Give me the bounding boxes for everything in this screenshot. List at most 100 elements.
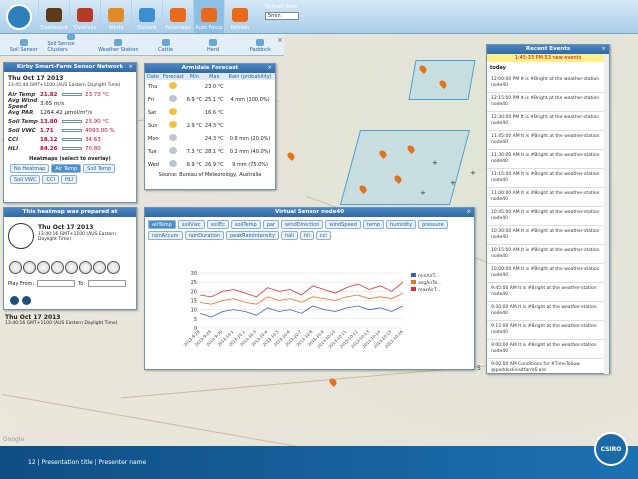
fullscreen-button[interactable]: Fullscreen <box>162 0 193 33</box>
heatmap-date: Thu Oct 17 2013 <box>38 224 94 231</box>
event-item[interactable]: 11:45:00 AM It is #Bright at the weather… <box>487 131 609 150</box>
tab-par[interactable]: par <box>262 220 279 229</box>
event-item[interactable]: 9:30:00 AM It is #Bright at the weather-… <box>487 302 609 321</box>
alerts-button[interactable]: Alerts <box>100 0 131 33</box>
outlook-icon <box>139 8 155 22</box>
close-icon[interactable]: × <box>466 208 471 217</box>
sensor-pin[interactable] <box>286 151 296 161</box>
event-item[interactable]: 10:45:00 AM It is #Bright at the weather… <box>487 207 609 226</box>
close-icon[interactable]: × <box>128 63 133 72</box>
heatmap-soil-temp-button[interactable]: Soil Temp <box>83 164 116 173</box>
clock-icon[interactable] <box>51 261 64 274</box>
tab-soil-temp[interactable]: soilTemp <box>230 220 261 229</box>
event-item[interactable]: 10:00:00 AM It is #Bright at the weather… <box>487 264 609 283</box>
layer-weather-station[interactable]: Weather Station <box>95 34 142 55</box>
layer-bar-close-icon[interactable]: × <box>277 36 283 44</box>
clock-icon[interactable] <box>93 261 106 274</box>
event-item[interactable]: 10:30:00 AM It is #Bright at the weather… <box>487 226 609 245</box>
tab-rain-duration[interactable]: rainDuration <box>184 231 224 240</box>
range-slider[interactable] <box>62 147 82 150</box>
soil-sensor-icon <box>19 39 28 46</box>
stop-icon[interactable] <box>22 296 31 305</box>
playback-controls <box>10 296 31 305</box>
layer-soil-sensor-clusters[interactable]: Soil Sensor Clusters <box>47 34 94 55</box>
clock-icon[interactable] <box>107 261 120 274</box>
air-temp-chart: 0510152025302013-9-282013-9-292013-9-302… <box>183 271 442 349</box>
range-slider[interactable] <box>62 138 82 141</box>
clock-icon[interactable] <box>9 261 22 274</box>
event-item[interactable]: 12:30:00 PM It is #Bright at the weather… <box>487 112 609 131</box>
cattle-marker[interactable]: + <box>450 180 456 187</box>
tab-peak-rain-intensity[interactable]: peakRainIntensity <box>225 231 279 240</box>
new-events-banner[interactable]: 1:45:33 PM 53 new events <box>487 54 609 62</box>
event-item[interactable]: 9:00:00 AM It is #Bright at the weather-… <box>487 340 609 359</box>
overlays-button[interactable]: Overlays <box>69 0 100 33</box>
footer-bar: 12 | Presentation title | Presenter name <box>0 446 638 479</box>
tab-hli[interactable]: hli <box>299 231 314 240</box>
range-slider[interactable] <box>62 129 82 132</box>
events-scrollbar[interactable] <box>604 54 609 374</box>
forecast-source: Source: Bureau of Meteorology, Australia <box>158 172 262 178</box>
range-slider[interactable] <box>62 120 82 123</box>
cattle-marker[interactable]: + <box>420 190 426 197</box>
crosshair-icon <box>201 8 217 22</box>
tab-cci[interactable]: cci <box>315 231 331 240</box>
heatmap-hli-button[interactable]: HLI <box>60 175 77 184</box>
heatmap-cci-button[interactable]: CCI <box>42 175 59 184</box>
play-range: Play From: To: <box>8 280 127 287</box>
tab-wind-direction[interactable]: windDirection <box>280 220 324 229</box>
armidale-forecast-panel: Armidale Forecast × Date Forecast Min Max Rai… <box>144 63 276 190</box>
paddock-icon <box>256 39 265 46</box>
tab-humidity[interactable]: humidity <box>386 220 417 229</box>
play-to-input[interactable] <box>88 280 127 287</box>
legend-label: minAirT... <box>418 273 439 279</box>
refresh-rate-control: Refresh Rate 5min <box>265 4 299 20</box>
tab-rain-accum[interactable]: rainAccum <box>148 231 183 240</box>
play-from-input[interactable] <box>37 280 76 287</box>
close-icon[interactable]: × <box>267 64 272 73</box>
cattle-marker[interactable]: + <box>470 170 476 177</box>
event-item[interactable]: 12:15:00 PM It is #Bright at the weather… <box>487 93 609 112</box>
clock-icon[interactable] <box>37 261 50 274</box>
sensor-row: Soil VWC 1.71 4093.00 % <box>8 127 115 134</box>
event-item[interactable]: 11:00:00 AM It is #Bright at the weather… <box>487 188 609 207</box>
range-slider[interactable] <box>62 93 82 96</box>
cattle-marker[interactable]: + <box>432 160 438 167</box>
footer-text: 12 | Presentation title | Presenter name <box>28 459 147 466</box>
forecast-row: Sat 16.6 °C <box>148 108 224 116</box>
clock-icon[interactable] <box>23 261 36 274</box>
layer-cattle[interactable]: Cattle <box>142 34 189 55</box>
play-icon[interactable] <box>10 296 19 305</box>
heatmap-none-button[interactable]: No Heatmap <box>10 164 50 173</box>
event-item[interactable]: 9:45:00 AM It is #Bright at the weather-… <box>487 283 609 302</box>
heatmap-air-temp-button[interactable]: Air Temp <box>51 164 82 173</box>
close-icon[interactable]: × <box>601 45 606 54</box>
layer-herd[interactable]: Herd <box>189 34 236 55</box>
tab-pressure[interactable]: pressure <box>418 220 448 229</box>
tab-hail[interactable]: hail <box>280 231 298 240</box>
event-item[interactable]: 11:15:00 AM It is #Bright at the weather… <box>487 169 609 188</box>
dashboard-button[interactable]: Dashboard <box>38 0 69 33</box>
event-item[interactable]: 12:00:00 PM It is #Bright at the weather… <box>487 74 609 93</box>
tab-soil-vwc[interactable]: soilVwc <box>177 220 205 229</box>
clock-icon[interactable] <box>79 261 92 274</box>
event-item[interactable]: 10:15:00 AM It is #Bright at the weather… <box>487 245 609 264</box>
refresh-rate-select[interactable]: 5min <box>265 12 299 20</box>
layer-soil-sensor[interactable]: Soil Sensor <box>0 34 47 55</box>
outlook-button[interactable]: Outlook <box>131 0 162 33</box>
tab-air-temp[interactable]: airTemp <box>148 220 176 229</box>
refresh-button[interactable]: Refresh <box>224 0 255 33</box>
recent-events-title: Recent Events × <box>487 45 609 54</box>
auto-focus-button[interactable]: Auto Focus <box>193 0 224 33</box>
paddock-region[interactable] <box>339 130 471 205</box>
y-tick-label: 25 <box>191 280 197 286</box>
event-item[interactable]: 11:30:00 AM It is #Bright at the weather… <box>487 150 609 169</box>
heatmap-soil-vwc-button[interactable]: Soil VWC <box>10 175 41 184</box>
event-item[interactable]: 9:00:00 AM Conditions for #TimeToSow @pa… <box>487 359 609 378</box>
tab-temp[interactable]: temp <box>362 220 384 229</box>
forecast-row: Mon 24.3 °C 0.6 mm (20.0%) <box>148 134 271 142</box>
tab-wind-speed[interactable]: windSpeed <box>325 220 361 229</box>
clock-icon[interactable] <box>65 261 78 274</box>
tab-soil-ec[interactable]: soilEc <box>206 220 229 229</box>
event-item[interactable]: 9:15:00 AM It is #Bright at the weather-… <box>487 321 609 340</box>
